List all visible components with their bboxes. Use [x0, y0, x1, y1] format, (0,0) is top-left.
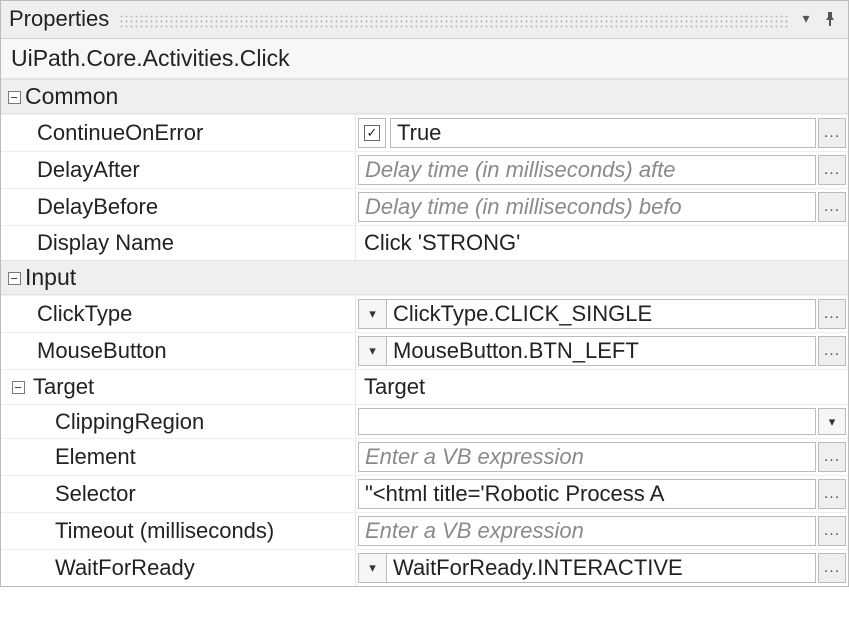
ellipsis-button[interactable]: ... — [818, 516, 846, 546]
ellipsis-button[interactable]: ... — [818, 553, 846, 583]
properties-panel: Properties ▾ UiPath.Core.Activities.Clic… — [0, 0, 849, 587]
label-delay-before: DelayBefore — [1, 189, 355, 225]
label-wait-for-ready: WaitForReady — [1, 550, 355, 586]
ellipsis-button[interactable]: ... — [818, 479, 846, 509]
ellipsis-button[interactable]: ... — [818, 299, 846, 329]
value-target[interactable]: Target — [358, 373, 846, 401]
ellipsis-button[interactable]: ... — [818, 118, 846, 148]
checkbox-continue-on-error[interactable]: ✓ — [358, 118, 386, 148]
input-click-type[interactable]: ClickType.CLICK_SINGLE — [386, 299, 816, 329]
row-display-name: Display Name Click 'STRONG' — [1, 225, 848, 260]
ellipsis-button[interactable]: ... — [818, 192, 846, 222]
row-mouse-button: MouseButton ▾ MouseButton.BTN_LEFT ... — [1, 332, 848, 369]
label-mouse-button: MouseButton — [1, 333, 355, 369]
pin-icon[interactable] — [824, 12, 840, 26]
row-target: − Target Target — [1, 369, 848, 404]
row-continue-on-error: ContinueOnError ✓ True ... — [1, 114, 848, 151]
label-click-type: ClickType — [1, 296, 355, 332]
input-delay-after[interactable]: Delay time (in milliseconds) afte — [358, 155, 816, 185]
input-clipping-region[interactable] — [358, 408, 816, 435]
row-wait-for-ready: WaitForReady ▾ WaitForReady.INTERACTIVE … — [1, 549, 848, 586]
check-icon: ✓ — [364, 125, 380, 141]
dropdown-button[interactable]: ▾ — [358, 336, 386, 366]
row-element: Element Enter a VB expression ... — [1, 438, 848, 475]
ellipsis-button[interactable]: ... — [818, 336, 846, 366]
input-selector[interactable]: "<html title='Robotic Process A — [358, 479, 816, 509]
collapse-icon[interactable]: − — [8, 272, 21, 285]
input-display-name[interactable]: Click 'STRONG' — [358, 229, 846, 257]
input-mouse-button[interactable]: MouseButton.BTN_LEFT — [386, 336, 816, 366]
activity-type: UiPath.Core.Activities.Click — [1, 39, 848, 79]
dropdown-button[interactable]: ▾ — [818, 408, 846, 435]
label-delay-after: DelayAfter — [1, 152, 355, 188]
collapse-icon[interactable]: − — [12, 381, 25, 394]
row-timeout: Timeout (milliseconds) Enter a VB expres… — [1, 512, 848, 549]
row-delay-after: DelayAfter Delay time (in milliseconds) … — [1, 151, 848, 188]
drag-handle[interactable] — [119, 14, 790, 28]
panel-title: Properties — [9, 6, 109, 32]
group-common-header[interactable]: − Common — [1, 79, 848, 114]
label-selector: Selector — [1, 476, 355, 512]
group-input-label: Input — [25, 264, 76, 291]
input-continue-on-error[interactable]: True — [390, 118, 816, 148]
ellipsis-button[interactable]: ... — [818, 155, 846, 185]
collapse-icon[interactable]: − — [8, 91, 21, 104]
row-delay-before: DelayBefore Delay time (in milliseconds)… — [1, 188, 848, 225]
row-clipping-region: ClippingRegion ▾ — [1, 404, 848, 438]
row-selector: Selector "<html title='Robotic Process A… — [1, 475, 848, 512]
input-element[interactable]: Enter a VB expression — [358, 442, 816, 472]
label-element: Element — [1, 439, 355, 475]
panel-titlebar: Properties ▾ — [1, 1, 848, 39]
label-display-name: Display Name — [1, 226, 355, 260]
label-continue-on-error: ContinueOnError — [1, 115, 355, 151]
input-delay-before[interactable]: Delay time (in milliseconds) befo — [358, 192, 816, 222]
dropdown-button[interactable]: ▾ — [358, 299, 386, 329]
row-click-type: ClickType ▾ ClickType.CLICK_SINGLE ... — [1, 295, 848, 332]
label-timeout: Timeout (milliseconds) — [1, 513, 355, 549]
input-timeout[interactable]: Enter a VB expression — [358, 516, 816, 546]
group-input-header[interactable]: − Input — [1, 260, 848, 295]
window-dropdown-icon[interactable]: ▾ — [798, 10, 814, 27]
label-clipping-region: ClippingRegion — [1, 405, 355, 438]
label-target: − Target — [1, 370, 355, 404]
input-wait-for-ready[interactable]: WaitForReady.INTERACTIVE — [386, 553, 816, 583]
group-common-label: Common — [25, 83, 118, 110]
dropdown-button[interactable]: ▾ — [358, 553, 386, 583]
ellipsis-button[interactable]: ... — [818, 442, 846, 472]
